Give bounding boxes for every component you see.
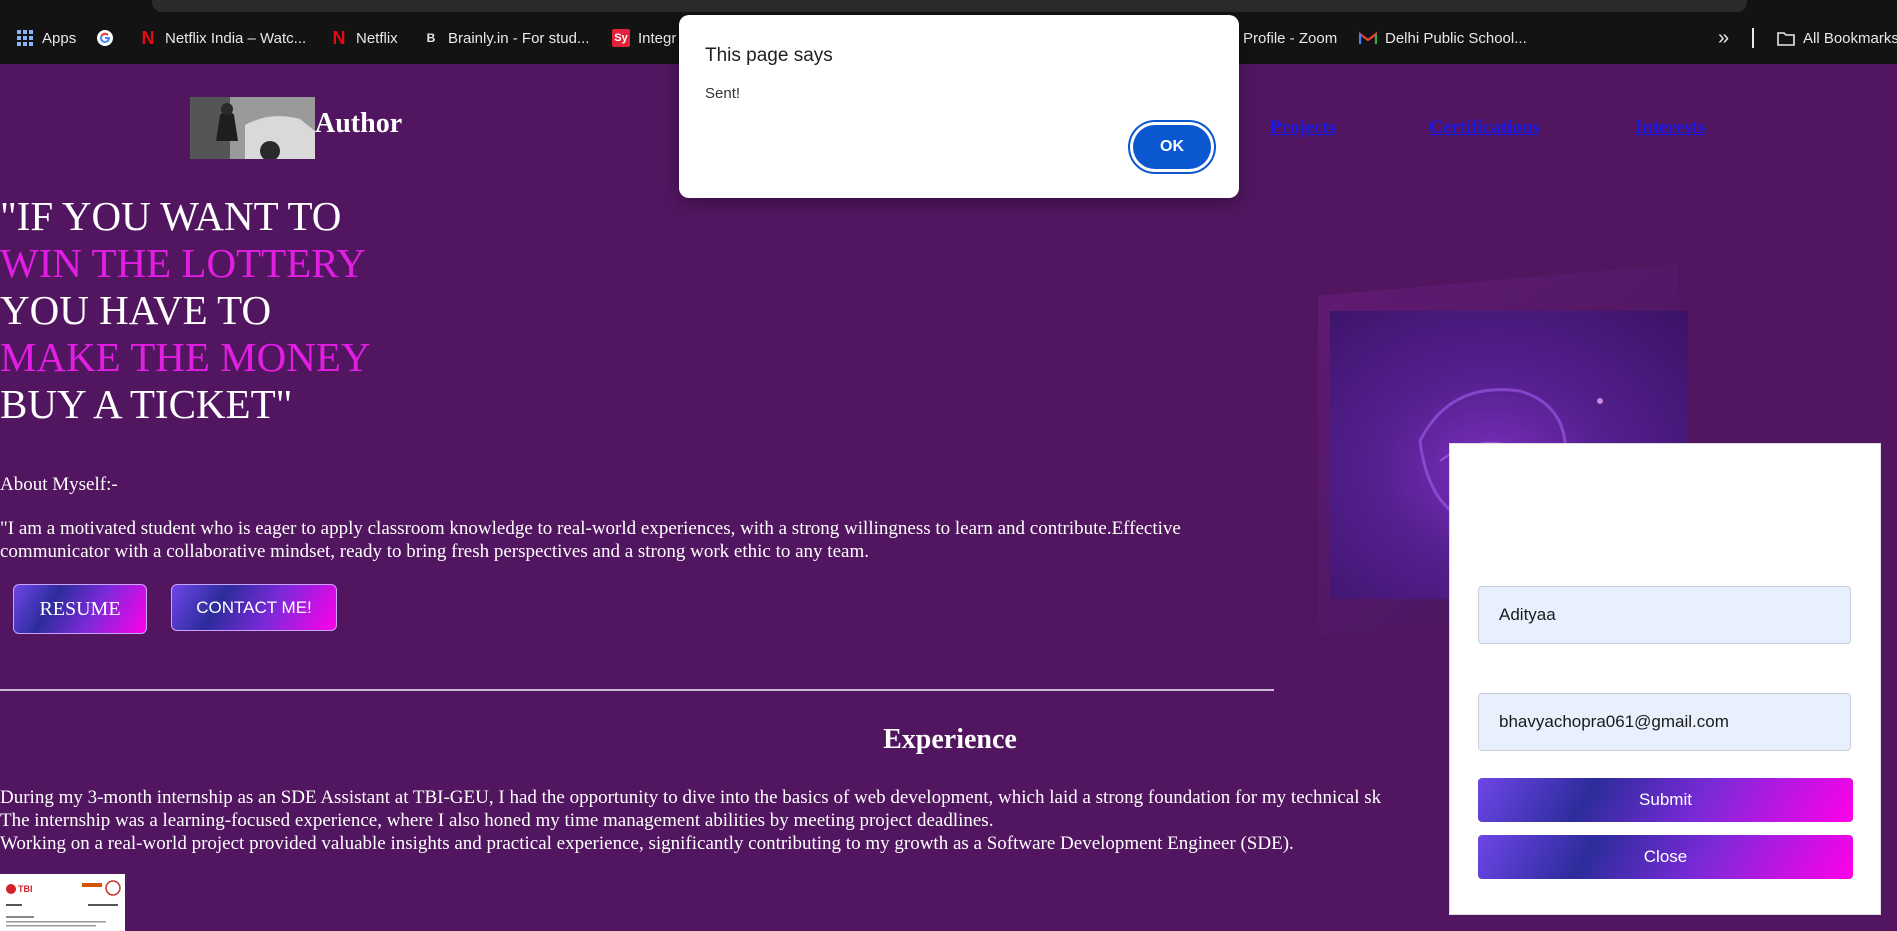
experience-text-line: During my 3-month internship as an SDE A… (0, 787, 1382, 808)
bookmark-netflix-india[interactable]: N Netflix India – Watc... (139, 26, 307, 50)
alert-dialog: This page says Sent! OK (679, 15, 1239, 198)
bookmark-integr[interactable]: Sy Integr (612, 26, 676, 50)
author-avatar (190, 97, 315, 159)
apps-grid-icon (16, 29, 34, 47)
section-divider (0, 689, 1274, 691)
chevron-double-right-icon: » (1718, 26, 1730, 49)
brainly-icon: B (426, 31, 436, 45)
bookmark-label: Profile - Zoom (1243, 29, 1338, 47)
certificate-thumbnail[interactable]: TBI (0, 874, 125, 931)
about-text: "I am a motivated student who is eager t… (0, 518, 1181, 562)
hero-quote-line: BUY A TICKET" (0, 381, 293, 427)
bookmarks-overflow-button[interactable]: » (1718, 26, 1729, 50)
bookmark-label: Delhi Public School... (1385, 29, 1527, 47)
tbi-logo-text: TBI (18, 884, 33, 894)
hero-quote-line: YOU HAVE TO (0, 287, 272, 333)
hero-quote-line: "IF YOU WANT TO (0, 193, 342, 239)
site-brand[interactable]: Author (315, 108, 402, 140)
bookmark-brainly[interactable]: B Brainly.in - For stud... (422, 26, 590, 50)
email-field[interactable] (1478, 693, 1851, 751)
close-button[interactable]: Close (1478, 835, 1853, 879)
ok-button[interactable]: OK (1133, 125, 1211, 169)
bookmark-dps[interactable]: Delhi Public School... (1359, 26, 1527, 50)
bookmark-label: Netflix (356, 29, 398, 47)
bookmark-zoom-profile[interactable]: Profile - Zoom (1243, 26, 1337, 50)
hero-quote-line: WIN THE LOTTERY (0, 240, 366, 286)
contact-me-button[interactable]: CONTACT ME! (171, 584, 337, 631)
nav-link-certifications[interactable]: Certifications (1429, 117, 1540, 139)
resume-button[interactable]: RESUME (13, 584, 147, 634)
submit-button[interactable]: Submit (1478, 778, 1853, 822)
nav-link-interests[interactable]: Interests (1635, 117, 1705, 139)
all-bookmarks-button[interactable]: All Bookmarks (1777, 26, 1897, 50)
nav-link-projects[interactable]: Projects (1270, 117, 1336, 139)
address-bar[interactable] (152, 0, 1747, 12)
sy-icon: Sy (612, 29, 630, 47)
hero-quote-line: MAKE THE MONEY (0, 334, 371, 380)
name-field[interactable] (1478, 586, 1851, 644)
experience-text-line: The internship was a learning-focused ex… (0, 810, 994, 831)
netflix-icon: N (332, 27, 346, 48)
google-icon (96, 29, 114, 47)
bookmark-label: Integr (638, 29, 677, 47)
dialog-message: Sent! (705, 85, 741, 102)
bookmark-label: Brainly.in - For stud... (448, 29, 590, 47)
bookmark-label: All Bookmarks (1803, 29, 1897, 47)
bookmark-apps[interactable]: Apps (16, 26, 76, 50)
experience-text-line: Working on a real-world project provided… (0, 833, 1294, 854)
about-heading: About Myself:- (0, 474, 118, 495)
folder-icon (1777, 29, 1795, 47)
netflix-icon: N (141, 27, 155, 48)
bookmark-google[interactable] (96, 26, 114, 50)
contact-form-panel: Submit Close (1449, 443, 1881, 915)
bookmarks-divider (1752, 26, 1754, 50)
gmail-icon (1359, 29, 1377, 47)
bookmark-label: Netflix India – Watc... (165, 29, 307, 47)
bookmark-netflix[interactable]: N Netflix (330, 26, 398, 50)
dialog-title: This page says (705, 45, 833, 66)
bookmark-label: Apps (42, 29, 77, 47)
